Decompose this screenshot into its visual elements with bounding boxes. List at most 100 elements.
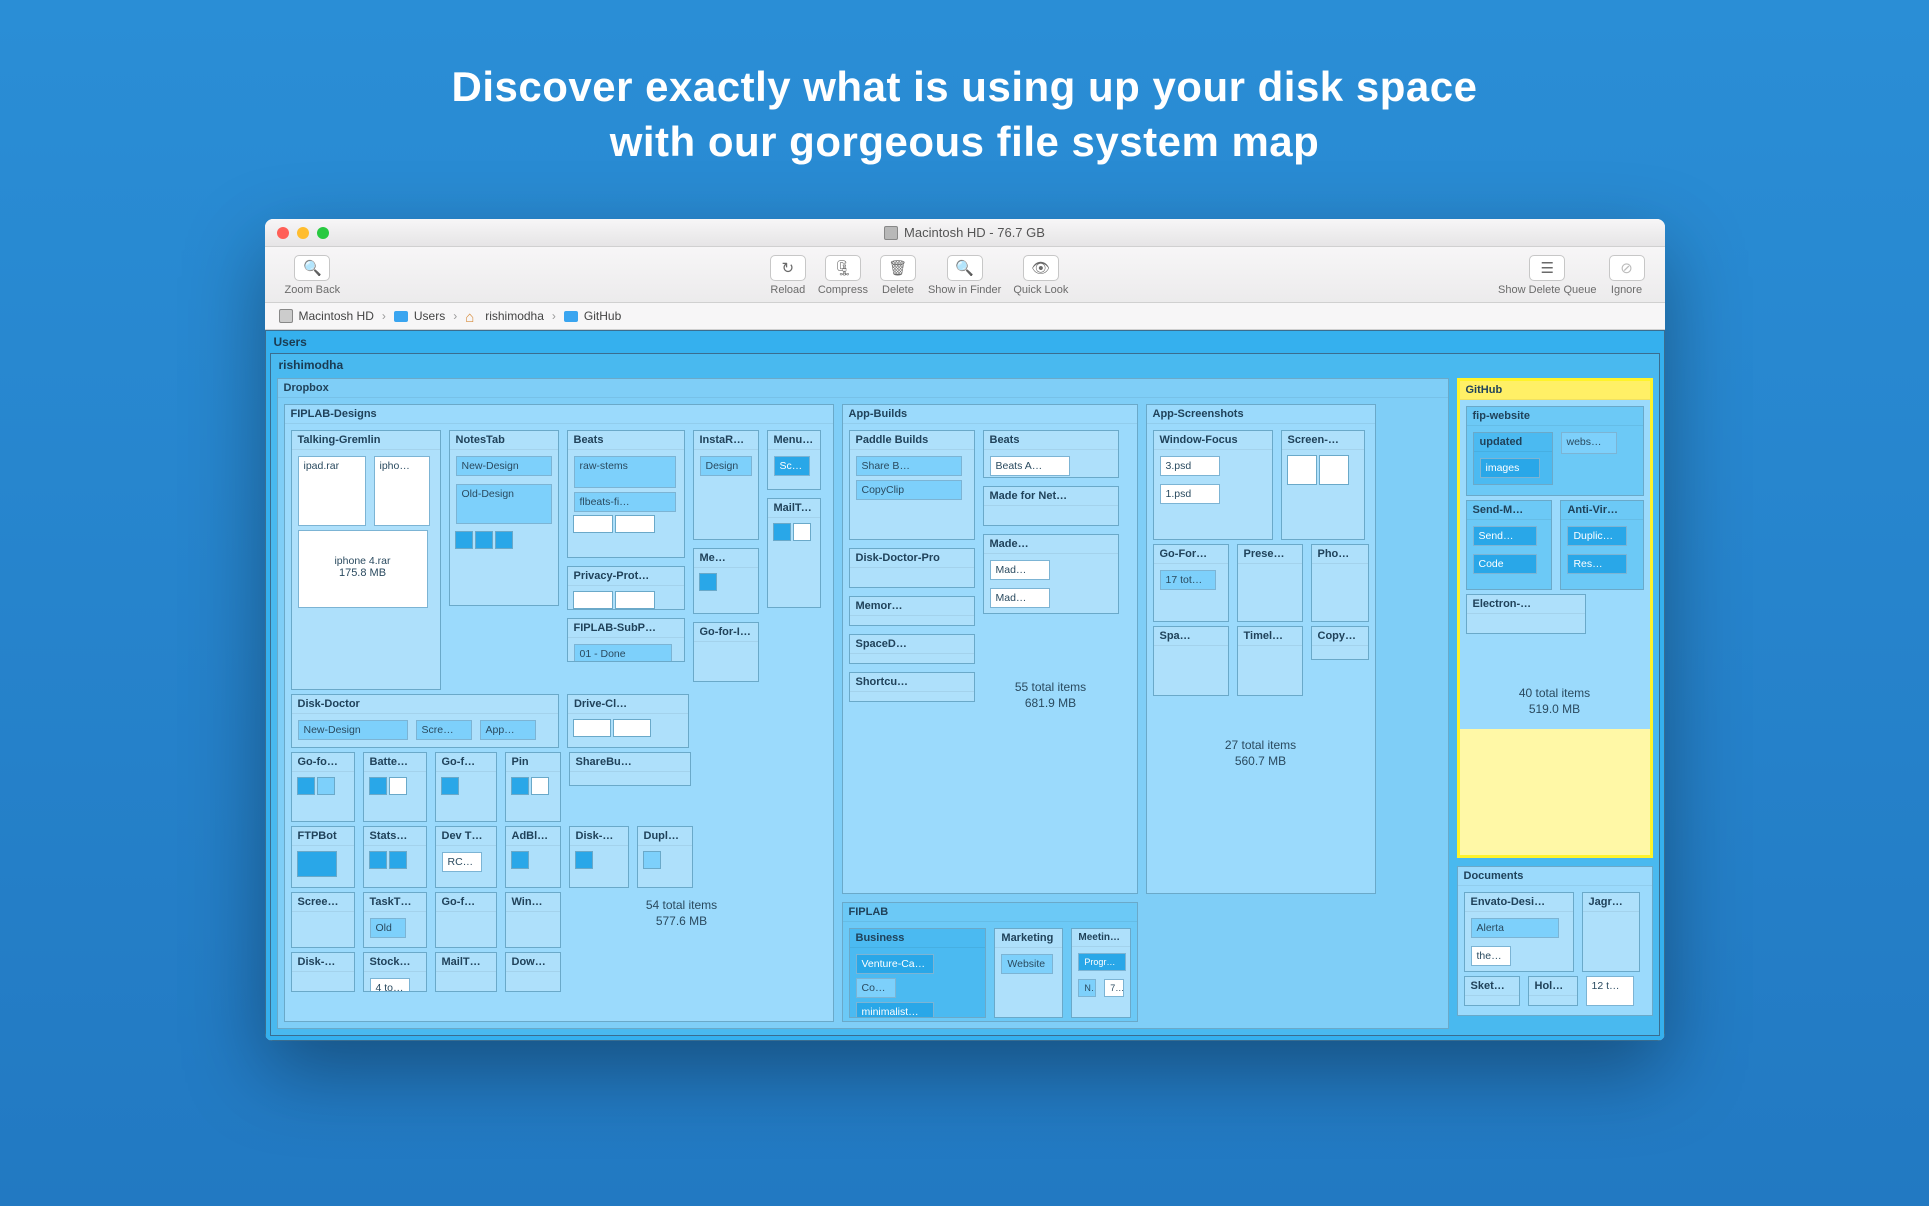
github-summary: 40 total items 519.0 MB: [1464, 636, 1646, 725]
folder-menu[interactable]: Menu… Scr…: [767, 430, 821, 490]
folder-spa[interactable]: Spa…: [1153, 626, 1229, 696]
show-in-finder-button[interactable]: 🔍 Show in Finder: [928, 255, 1001, 296]
folder-dow[interactable]: Dow…: [505, 952, 561, 992]
folder-win[interactable]: Win…: [505, 892, 561, 948]
folder-fiplab[interactable]: FIPLAB Business Venture-Ca… Cont… minima…: [842, 902, 1138, 1022]
zoom-back-button[interactable]: 🔍 Zoom Back: [285, 255, 341, 296]
folder-shortcu[interactable]: Shortcu…: [849, 672, 975, 702]
folder-privacy-protector[interactable]: Privacy-Prot…: [567, 566, 685, 610]
list-icon: ☰: [1529, 255, 1565, 281]
ignore-button[interactable]: ⊘ Ignore: [1609, 255, 1645, 296]
folder-spaced[interactable]: SpaceD…: [849, 634, 975, 664]
file-iphone4[interactable]: iphone 4.rar 175.8 MB: [298, 530, 428, 608]
folder-stock[interactable]: Stock…4 to…: [363, 952, 427, 992]
compress-button[interactable]: 🗜 Compress: [818, 255, 868, 296]
chevron-right-icon: ›: [552, 309, 556, 323]
folder-notestab[interactable]: NotesTab New-Design Old-Design: [449, 430, 559, 606]
crumb-rishimodha[interactable]: rishimodha: [465, 309, 544, 323]
level-rishimodha[interactable]: rishimodha: [271, 354, 1659, 376]
folder-hol[interactable]: Hol…: [1528, 976, 1578, 1006]
folder-paddle-builds[interactable]: Paddle Builds Share B… CopyClip: [849, 430, 975, 540]
folder-timel[interactable]: Timel…: [1237, 626, 1303, 696]
folder-scree[interactable]: Scree…: [291, 892, 355, 948]
reload-button[interactable]: ↻ Reload: [770, 255, 806, 296]
folder-beats2[interactable]: BeatsBeats A…: [983, 430, 1119, 478]
folder-dropbox[interactable]: Dropbox FIPLAB-Designs Talking-Gremlin: [277, 378, 1449, 1029]
folder-adbl[interactable]: AdBl…: [505, 826, 561, 888]
window-titlebar[interactable]: Macintosh HD - 76.7 GB: [265, 219, 1665, 247]
folder-disk3[interactable]: Disk-…: [291, 952, 355, 992]
folder-fip-website[interactable]: fip-website updated images webs…: [1466, 406, 1644, 496]
folder-raw-stems[interactable]: raw-stems: [574, 456, 676, 488]
folder-ftpbot[interactable]: FTPBot: [291, 826, 355, 888]
folder-disk-doctor[interactable]: Disk-Doctor New-Design Scre… App…: [291, 694, 559, 748]
crumb-macintosh-hd[interactable]: Macintosh HD: [279, 309, 374, 323]
close-icon[interactable]: [277, 227, 289, 239]
folder-marketing[interactable]: Marketing Website: [994, 928, 1063, 1018]
delete-button[interactable]: 🗑 Delete: [880, 255, 916, 296]
folder-go-fo[interactable]: Go-fo…: [291, 752, 355, 822]
folder-fiplab-designs[interactable]: FIPLAB-Designs Talking-Gremlin: [284, 404, 834, 1022]
level-users[interactable]: Users: [266, 331, 1664, 353]
show-delete-queue-button[interactable]: ☰ Show Delete Queue: [1498, 255, 1596, 296]
folder-meeting-re[interactable]: Meeting-Re… Programm… Ne…7 tot…: [1071, 928, 1130, 1018]
traffic-lights[interactable]: [277, 227, 329, 239]
folder-beats[interactable]: Beats raw-stems flbeats-fi…: [567, 430, 685, 558]
treemap[interactable]: Users rishimodha Dropbox FIPLAB-Designs: [265, 330, 1665, 1041]
folder-app-builds[interactable]: App-Builds Paddle Builds Share B… Co: [842, 404, 1138, 894]
folder-fiplab-subp[interactable]: FIPLAB-SubP… 01 - Done: [567, 618, 685, 662]
folder-prese[interactable]: Prese…: [1237, 544, 1303, 622]
folder-go-f[interactable]: Go-f…: [435, 752, 497, 822]
folder-business[interactable]: Business Venture-Ca… Cont… minimalist… A…: [849, 928, 987, 1018]
folder-disk2[interactable]: Disk-…: [569, 826, 629, 888]
folder-sharebu[interactable]: ShareBu…: [569, 752, 691, 786]
folder-app-screenshots[interactable]: App-Screenshots Window-Focus 3.psd 1.psd: [1146, 404, 1376, 894]
folder-taskt[interactable]: TaskT…Old: [363, 892, 427, 948]
folder-envato[interactable]: Envato-Desi… Alerta the…: [1464, 892, 1574, 972]
crumb-users[interactable]: Users: [394, 309, 445, 323]
folder-instar[interactable]: InstaR… Design: [693, 430, 759, 540]
file-ipho[interactable]: ipho…: [374, 456, 430, 526]
folder-updated[interactable]: updated images: [1473, 432, 1553, 485]
folder-documents[interactable]: Documents Envato-Desi… Alerta the…: [1457, 866, 1653, 1016]
folder-new-design[interactable]: New-Design: [456, 456, 552, 476]
folder-screen[interactable]: Screen-…: [1281, 430, 1365, 540]
file-ipad-rar[interactable]: ipad.rar: [298, 456, 366, 526]
zoom-icon[interactable]: [317, 227, 329, 239]
folder-mailt[interactable]: MailT…: [435, 952, 497, 992]
folder-dupl[interactable]: Dupl…: [637, 826, 693, 888]
folder-flbeats[interactable]: flbeats-fi…: [574, 492, 676, 512]
folder-go-f2[interactable]: Go-f…: [435, 892, 497, 948]
folder-pho[interactable]: Pho…: [1311, 544, 1369, 622]
folder-sket[interactable]: Sket…: [1464, 976, 1520, 1006]
folder-talking-gremlin[interactable]: Talking-Gremlin ipad.rar ipho…: [291, 430, 441, 690]
folder-memor[interactable]: Memor…: [849, 596, 975, 626]
marketing-headline: Discover exactly what is using up your d…: [0, 0, 1929, 199]
folder-window-focus[interactable]: Window-Focus 3.psd 1.psd: [1153, 430, 1273, 540]
folder-me[interactable]: Me…: [693, 548, 759, 614]
folder-dev-t[interactable]: Dev T…RCP…: [435, 826, 497, 888]
folder-pin[interactable]: Pin: [505, 752, 561, 822]
folder-jagr[interactable]: Jagr…: [1582, 892, 1640, 972]
folder-go-for[interactable]: Go-For…17 tot…: [1153, 544, 1229, 622]
folder-batte[interactable]: Batte…: [363, 752, 427, 822]
folder-go-for-i[interactable]: Go-for-I…: [693, 622, 759, 682]
folder-copy[interactable]: Copy…: [1311, 626, 1369, 660]
folder-old-design[interactable]: Old-Design: [456, 484, 552, 524]
folder-send-m[interactable]: Send-M… Send… Code: [1466, 500, 1553, 590]
folder-drive-cl[interactable]: Drive-Cl…: [567, 694, 689, 748]
folder-stats[interactable]: Stats…: [363, 826, 427, 888]
folder-github[interactable]: GitHub fip-website updated images: [1457, 378, 1653, 858]
quick-look-button[interactable]: 👁 Quick Look: [1013, 255, 1068, 296]
folder-disk-doctor-pro[interactable]: Disk-Doctor-Pro: [849, 548, 975, 588]
crumb-github[interactable]: GitHub: [564, 309, 621, 323]
reload-icon: ↻: [770, 255, 806, 281]
folder-mailtab[interactable]: MailTab: [767, 498, 821, 608]
folder-anti-vir[interactable]: Anti-Vir… Duplic… Res…: [1560, 500, 1643, 590]
folder-made-net[interactable]: Made for Net…: [983, 486, 1119, 526]
trash-icon: 🗑: [880, 255, 916, 281]
folder-made[interactable]: Made… Mad… Mad…: [983, 534, 1119, 614]
compress-icon: 🗜: [825, 255, 861, 281]
minimize-icon[interactable]: [297, 227, 309, 239]
folder-electron[interactable]: Electron-…: [1466, 594, 1586, 634]
